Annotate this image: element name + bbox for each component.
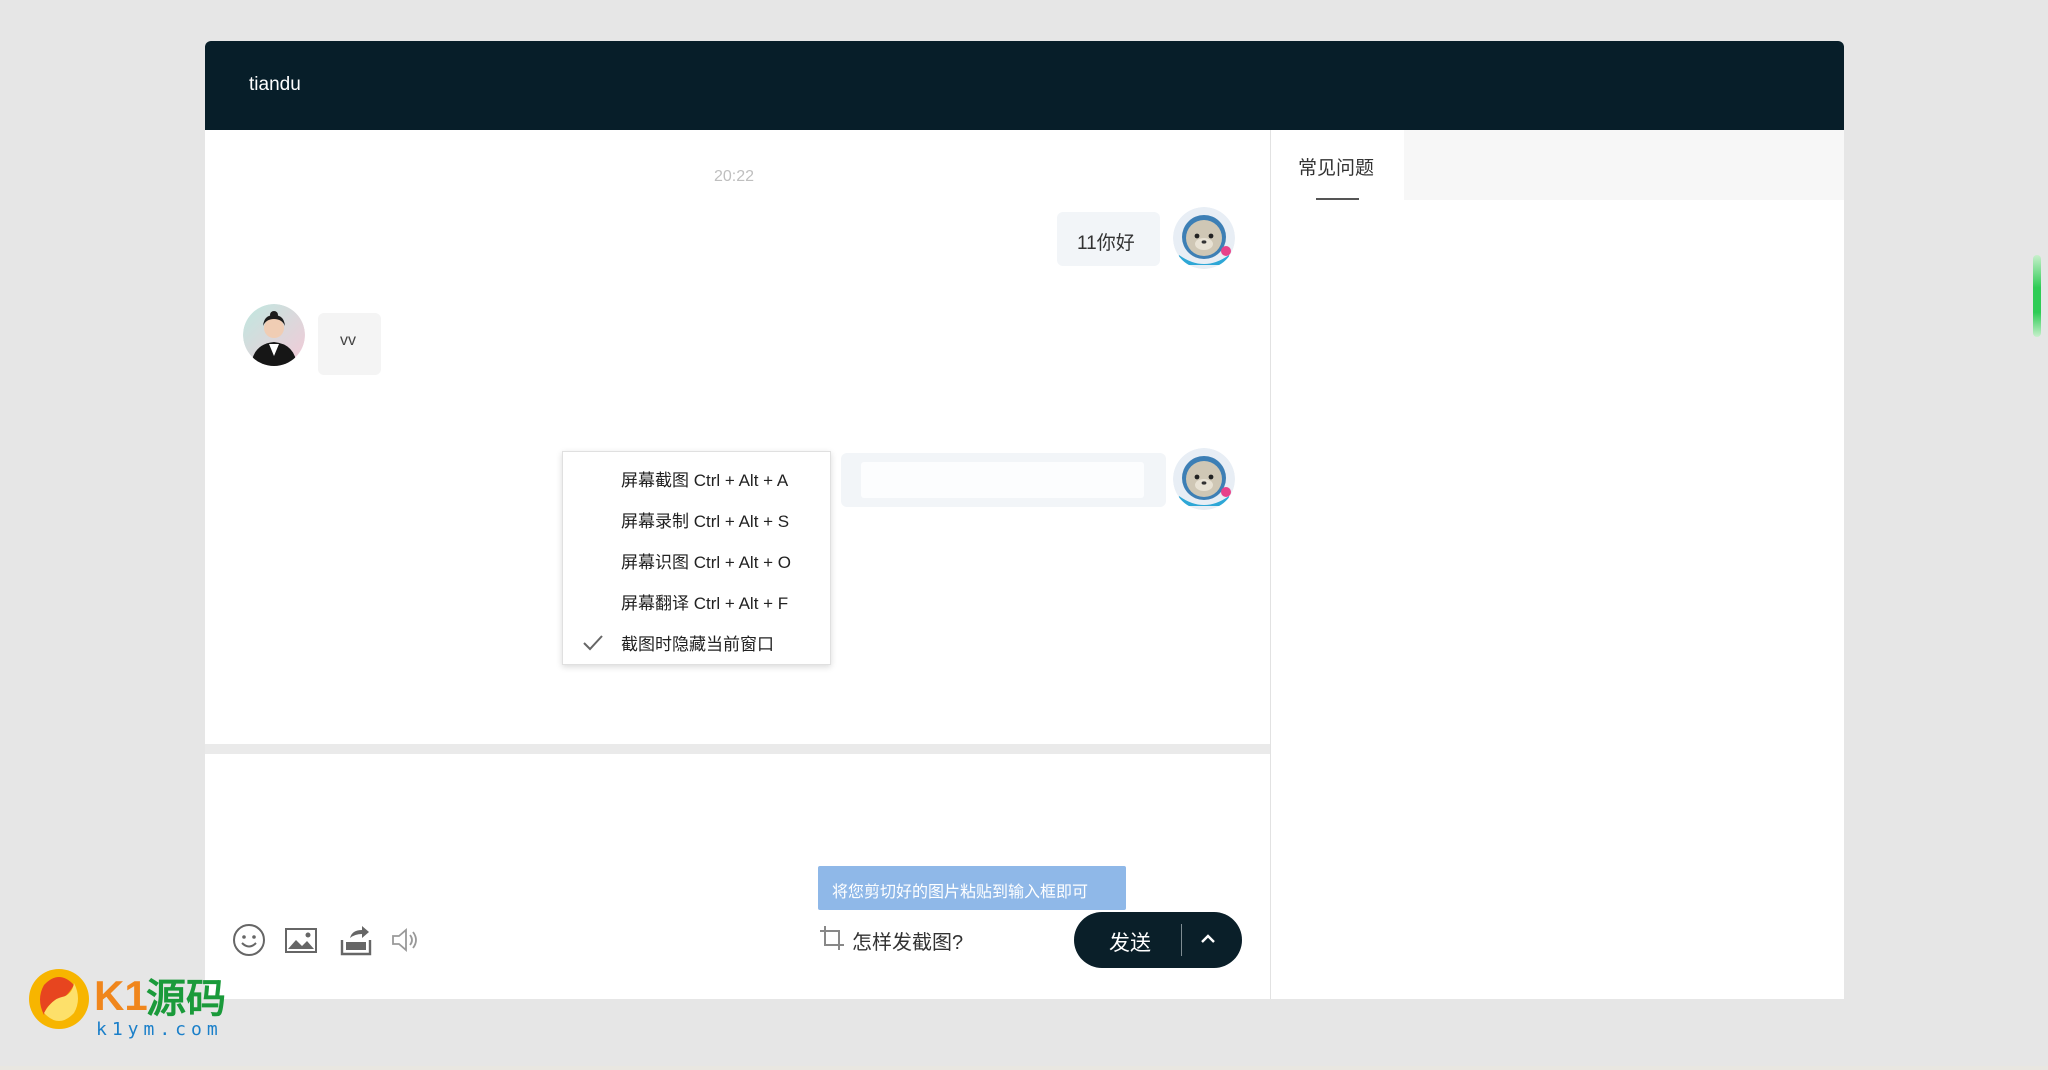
seal-avatar[interactable] [1173, 448, 1235, 510]
tab-faq-label: 常见问题 [1298, 158, 1375, 179]
menu-item-screen-capture[interactable]: 屏幕截图 Ctrl + Alt + A [621, 466, 788, 491]
check-icon [583, 635, 603, 651]
screenshot-options-menu: 屏幕截图 Ctrl + Alt + A 屏幕录制 Ctrl + Alt + S … [562, 451, 831, 665]
message-bubble-incoming[interactable]: vv [318, 313, 381, 375]
image-icon[interactable] [283, 922, 319, 958]
message-bubble-outgoing[interactable] [841, 453, 1166, 507]
emoji-icon[interactable] [231, 922, 267, 958]
window-title: tiandu [249, 74, 301, 95]
message-area[interactable]: 20:22 11你好 vv 屏幕截图 Ctrl + Alt + A 屏幕录制 C… [205, 130, 1270, 744]
message-bubble-outgoing[interactable]: 11你好 [1057, 212, 1160, 266]
menu-item-screen-translate[interactable]: 屏幕翻译 Ctrl + Alt + F [621, 589, 788, 614]
chevron-up-icon[interactable] [1199, 930, 1217, 948]
tab-faq[interactable]: 常见问题 [1271, 130, 1404, 200]
send-button[interactable]: 发送 [1109, 927, 1151, 957]
how-to-screenshot-link[interactable]: 怎样发截图? [852, 926, 963, 955]
seal-avatar[interactable] [1173, 207, 1235, 269]
file-upload-icon[interactable] [338, 922, 374, 958]
k1ym-watermark-logo: K1 源码 k1ym.com [26, 955, 236, 1045]
svg-text:K1: K1 [94, 972, 148, 1019]
menu-item-hide-window[interactable]: 截图时隐藏当前窗口 [621, 630, 774, 655]
page-bottom-rule [0, 1066, 2048, 1070]
message-text: vv [340, 332, 356, 349]
volume-icon[interactable] [387, 922, 423, 958]
composer-divider[interactable] [205, 744, 1270, 754]
faq-tab-bar: 常见问题 [1271, 130, 1844, 200]
chat-window: tiandu 20:22 11你好 vv 屏幕截图 Ctrl + Alt + A… [205, 41, 1844, 999]
crop-icon [820, 926, 844, 950]
page-scrollbar-thumb[interactable] [2033, 255, 2041, 337]
paste-hint-tooltip: 将您剪切好的图片粘贴到输入框即可 [818, 866, 1126, 910]
message-text: 11你好 [1077, 233, 1135, 254]
window-header: tiandu [205, 41, 1844, 130]
agent-avatar[interactable] [243, 304, 305, 366]
menu-item-screen-recognize[interactable]: 屏幕识图 Ctrl + Alt + O [621, 548, 791, 573]
menu-item-screen-record[interactable]: 屏幕录制 Ctrl + Alt + S [621, 507, 789, 532]
message-timestamp: 20:22 [714, 168, 755, 185]
tab-active-underline [1316, 198, 1359, 200]
message-image-placeholder [861, 462, 1144, 498]
tooltip-text: 将您剪切好的图片粘贴到输入框即可 [832, 884, 1089, 901]
svg-text:源码: 源码 [146, 976, 226, 1022]
send-button-separator [1181, 924, 1182, 956]
faq-panel: 常见问题 [1271, 130, 1844, 999]
svg-text:k1ym.com: k1ym.com [96, 1019, 223, 1040]
send-button-group: 发送 [1074, 912, 1242, 968]
